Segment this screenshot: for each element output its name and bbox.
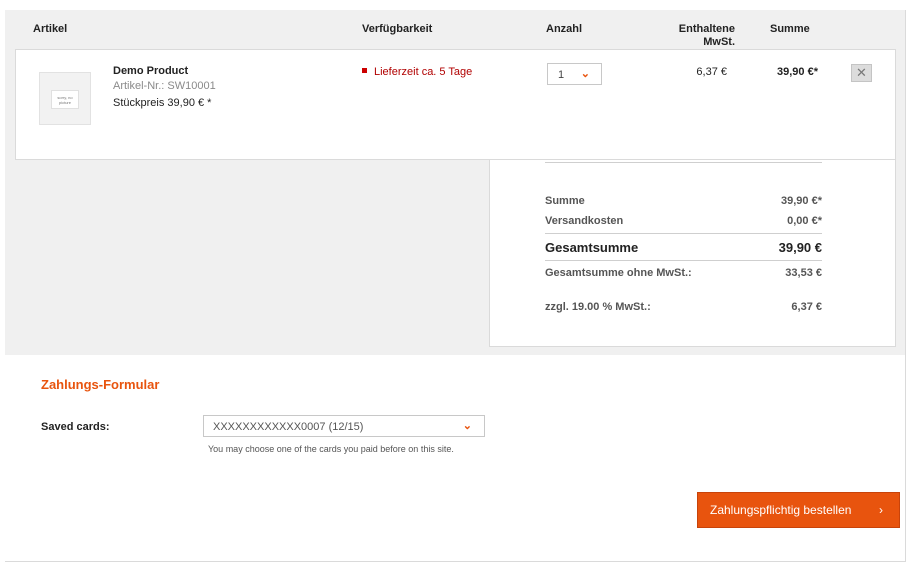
close-icon: ✕: [856, 65, 867, 80]
product-name[interactable]: Demo Product: [113, 65, 188, 77]
cart-item-row: sorry, no picture Demo Product Artikel-N…: [15, 49, 896, 160]
product-unit-price: Stückpreis 39,90 € *: [113, 97, 212, 109]
remove-item-button[interactable]: ✕: [851, 64, 872, 82]
divider: [545, 162, 822, 163]
totals-grand-value: 39,90 €: [778, 240, 822, 255]
header-availability: Verfügbarkeit: [362, 23, 433, 35]
header-quantity: Anzahl: [546, 23, 583, 35]
header-article: Artikel: [33, 23, 68, 35]
totals-vat-value: 6,37 €: [791, 301, 822, 313]
totals-vat-label: zzgl. 19.00 % MwSt.:: [545, 301, 651, 313]
availability-square-icon: [362, 68, 367, 73]
saved-cards-label: Saved cards:: [41, 421, 110, 433]
totals-shipping-label: Versandkosten: [545, 215, 624, 227]
payment-form-title: Zahlungs-Formular: [41, 377, 160, 392]
totals-vat-row: zzgl. 19.00 % MwSt.: 6,37 €: [545, 301, 822, 313]
header-sum: Summe: [770, 23, 810, 35]
saved-cards-select[interactable]: XXXXXXXXXXXX0007 (12/15) ⌄: [203, 415, 485, 437]
quantity-select[interactable]: 1 ⌄: [547, 63, 602, 85]
totals-grand-row: Gesamtsumme 39,90 €: [545, 240, 822, 255]
saved-cards-hint: You may choose one of the cards you paid…: [208, 444, 454, 454]
totals-sum-row: Summe 39,90 €*: [545, 195, 822, 207]
item-sum: 39,90 €*: [777, 66, 818, 78]
place-order-label: Zahlungspflichtig bestellen: [710, 503, 852, 517]
no-picture-placeholder: sorry, no picture: [51, 90, 79, 109]
totals-sum-label: Summe: [545, 195, 585, 207]
place-order-button[interactable]: Zahlungspflichtig bestellen ›: [697, 492, 900, 528]
availability-status: Lieferzeit ca. 5 Tage: [362, 66, 472, 78]
totals-shipping-value: 0,00 €*: [787, 215, 822, 227]
product-image[interactable]: sorry, no picture: [39, 72, 91, 125]
quantity-value: 1: [558, 69, 565, 81]
totals-sum-value: 39,90 €*: [781, 195, 822, 207]
totals-net-value: 33,53 €: [785, 267, 822, 279]
totals-net-row: Gesamtsumme ohne MwSt.: 33,53 €: [545, 267, 822, 279]
totals-box: Summe 39,90 €* Versandkosten 0,00 €* Ges…: [489, 160, 896, 347]
chevron-right-icon: ›: [879, 503, 883, 517]
totals-net-label: Gesamtsumme ohne MwSt.:: [545, 267, 692, 279]
chevron-down-icon: ⌄: [462, 420, 472, 432]
product-article-number: Artikel-Nr.: SW10001: [113, 80, 216, 92]
chevron-down-icon: ⌄: [580, 68, 590, 80]
item-tax: 6,37 €: [696, 66, 727, 78]
totals-shipping-row: Versandkosten 0,00 €*: [545, 215, 822, 227]
selected-card-value: XXXXXXXXXXXX0007 (12/15): [213, 421, 364, 433]
availability-text: Lieferzeit ca. 5 Tage: [374, 66, 473, 78]
divider: [545, 260, 822, 261]
header-tax: Enthaltene MwSt.: [678, 23, 735, 48]
totals-grand-label: Gesamtsumme: [545, 240, 639, 255]
divider: [545, 233, 822, 234]
